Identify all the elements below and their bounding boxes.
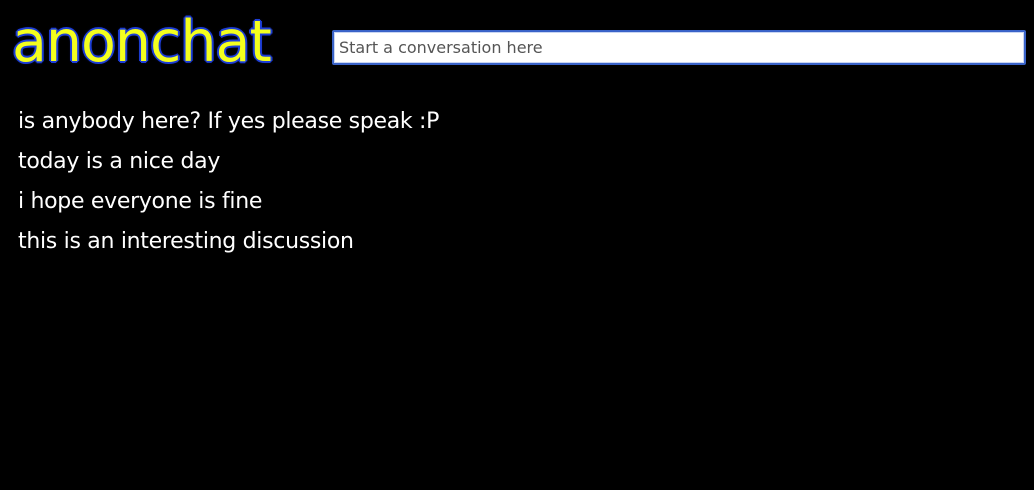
app-logo: anonchat [12,9,272,75]
message-list: is anybody here? If yes please speak :P … [18,102,439,262]
message-item: today is a nice day [18,149,221,174]
message-item: is anybody here? If yes please speak :P [18,109,440,134]
message-item: this is an interesting discussion [18,229,354,254]
conversation-input[interactable] [332,30,1026,65]
message-item: i hope everyone is fine [18,189,263,214]
